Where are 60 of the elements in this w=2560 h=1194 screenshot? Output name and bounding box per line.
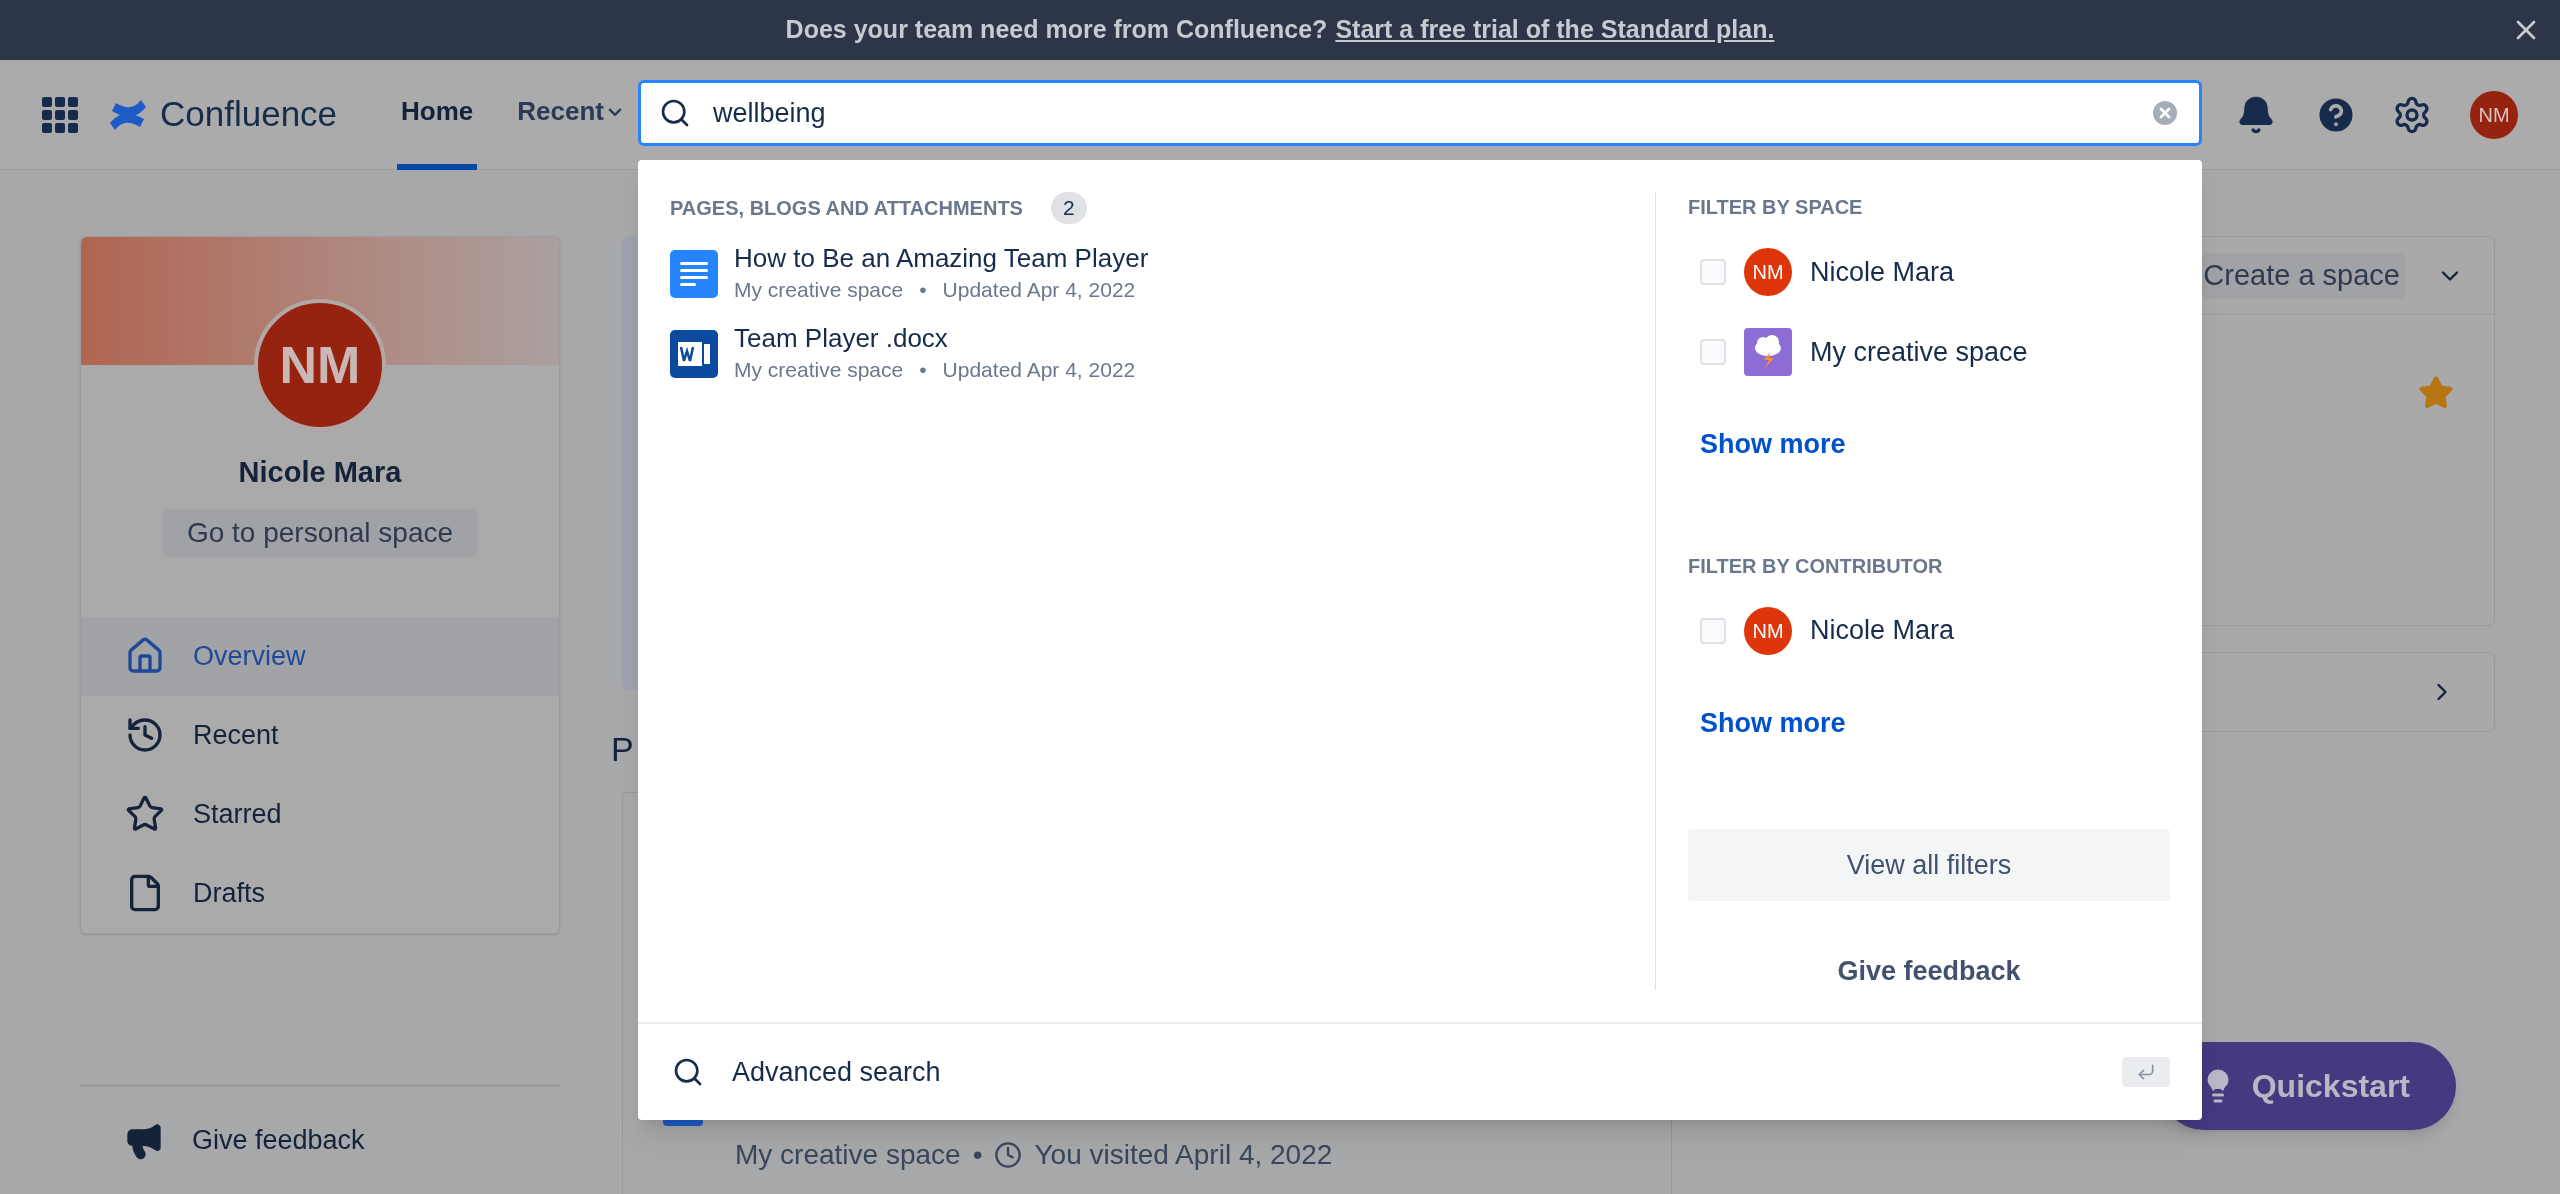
- home-icon: [125, 636, 165, 676]
- trial-link[interactable]: Start a free trial of the Standard plan.: [1335, 11, 1775, 49]
- user-avatar[interactable]: NM: [2470, 90, 2518, 139]
- filter-option-label: My creative space: [1810, 335, 2028, 369]
- results-heading: PAGES, BLOGS AND ATTACHMENTS: [670, 195, 1023, 221]
- checkbox[interactable]: [1700, 339, 1726, 365]
- search-field[interactable]: wellbeing: [638, 80, 2202, 146]
- app-grid-icon[interactable]: [42, 96, 78, 133]
- view-all-filters-button[interactable]: View all filters: [1688, 829, 2170, 901]
- enter-key-icon: [2122, 1057, 2170, 1087]
- search-result[interactable]: Team Player .docx My creative space • Updated Apr 4, 2022: [670, 313, 1655, 394]
- separator-dot: •: [972, 1138, 983, 1172]
- search-icon: [672, 1056, 704, 1088]
- settings-icon[interactable]: [2392, 94, 2432, 135]
- cloud-icon: [1744, 328, 1792, 376]
- personal-space-button[interactable]: Go to personal space: [162, 508, 478, 557]
- filter-heading: FILTER BY SPACE: [1688, 195, 1864, 220]
- profile-name: Nicole Mara: [238, 455, 402, 490]
- search-input[interactable]: wellbeing: [713, 92, 2127, 134]
- results-count: 2: [1050, 192, 1087, 224]
- history-icon: [125, 715, 165, 755]
- result-title: How to Be an Amazing Team Player: [734, 241, 1149, 274]
- user-avatar: NM: [1744, 248, 1792, 296]
- result-space: My creative space: [734, 357, 904, 383]
- word-document-icon: [670, 329, 718, 378]
- star-icon[interactable]: [2418, 375, 2454, 411]
- clock-icon: [994, 1141, 1023, 1169]
- feedback-link[interactable]: Give feedback: [192, 1120, 365, 1161]
- user-avatar: NM: [1744, 606, 1792, 655]
- filter-option-label: Nicole Mara: [1810, 614, 1955, 648]
- bell-icon[interactable]: [2236, 94, 2276, 135]
- result-title: Team Player .docx: [734, 321, 949, 354]
- star-icon: [125, 794, 165, 834]
- product-name[interactable]: Confluence: [160, 88, 338, 141]
- search-result[interactable]: How to Be an Amazing Team Player My creative space • Updated Apr 4, 2022: [670, 233, 1655, 314]
- separator-dot: •: [919, 277, 927, 303]
- checkbox[interactable]: [1700, 617, 1726, 644]
- sidebar-item[interactable]: Starred: [81, 774, 559, 854]
- profile-avatar: NM: [254, 299, 386, 431]
- advanced-search-link[interactable]: Advanced search: [732, 1051, 2094, 1093]
- nav-tab[interactable]: Home: [397, 59, 478, 170]
- nav-tab[interactable]: Recent: [513, 59, 627, 170]
- checkbox[interactable]: [1700, 259, 1726, 285]
- filter-heading: FILTER BY CONTRIBUTOR: [1688, 553, 1944, 579]
- show-more-link[interactable]: Show more: [1700, 424, 1846, 465]
- space-name: My creative space: [735, 1138, 961, 1172]
- sidebar-item[interactable]: Recent: [81, 695, 559, 775]
- banner-text: Does your team need more from Confluence?: [785, 14, 1328, 46]
- section-heading: P: [610, 729, 634, 770]
- result-space: My creative space: [734, 277, 904, 303]
- show-more-link[interactable]: Show more: [1700, 702, 1846, 743]
- sidebar-item[interactable]: Drafts: [81, 853, 559, 933]
- result-date: Updated Apr 4, 2022: [942, 277, 1136, 303]
- visited-date: You visited April 4, 2022: [1034, 1138, 1333, 1172]
- chevron-down-icon: [608, 107, 623, 116]
- filter-option-label: Nicole Mara: [1810, 255, 1955, 289]
- search-icon: [659, 97, 691, 129]
- give-feedback-button[interactable]: Give feedback: [1688, 941, 2170, 1001]
- separator-dot: •: [919, 357, 927, 383]
- result-date: Updated Apr 4, 2022: [942, 357, 1136, 383]
